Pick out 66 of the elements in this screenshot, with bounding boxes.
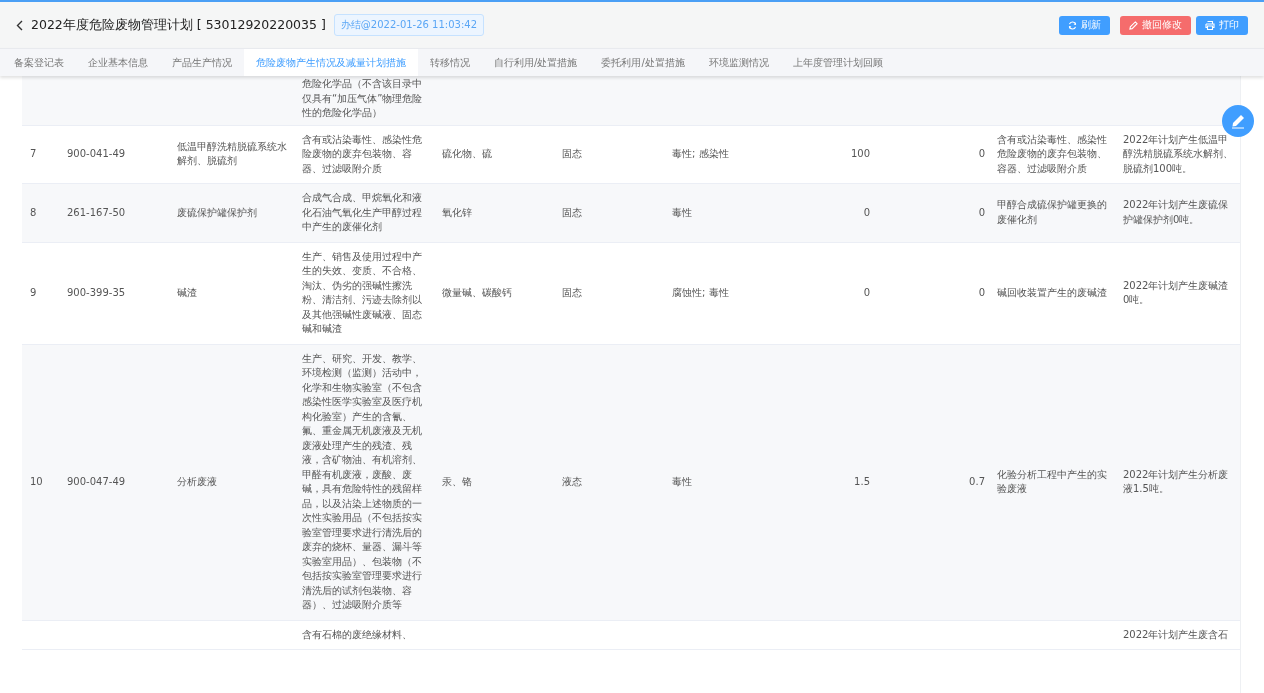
refresh-icon (1068, 20, 1077, 30)
pencil-icon (1230, 113, 1246, 129)
row-number: 9 (30, 286, 37, 298)
waste-name: 低温甲醇洗精脱硫系统水解剂、脱硫剂 (177, 140, 287, 167)
revoke-button[interactable]: 撤回修改 (1120, 15, 1191, 35)
component-cell: 微量碱、碳酸钙 (442, 286, 512, 298)
description-cell: 含有石棉的废绝缘材料、 (302, 628, 412, 640)
printer-icon (1205, 20, 1215, 30)
tab[interactable]: 转移情况 (418, 49, 482, 76)
form-cell: 液态 (562, 475, 582, 487)
amount-cell: 0 (863, 286, 870, 298)
source-cell: 甲醇合成硫保护罐更换的废催化剂 (997, 199, 1107, 225)
hazard-cell: 毒性; 感染性 (672, 148, 729, 159)
row-number: 10 (30, 475, 43, 487)
waste-code: 900-047-49 (67, 475, 126, 487)
description-cell: 含有或沾染毒性、感染性危险废物的废弃包装物、容器、过滤吸附介质 (302, 133, 422, 174)
waste-code: 261-167-50 (67, 206, 126, 218)
tab[interactable]: 危险废物产生情况及减量计划措施 (244, 49, 418, 76)
page-title: 2022年度危险废物管理计划 [ 53012920220035 ] (31, 16, 326, 34)
hazard-cell: 毒性 (672, 475, 692, 487)
tab[interactable]: 自行利用/处置措施 (482, 49, 590, 76)
source-cell: 化验分析工程中产生的实验废液 (997, 468, 1107, 494)
waste-name: 碱渣 (177, 286, 197, 298)
tab[interactable]: 产品生产情况 (160, 49, 244, 76)
source-cell: 碱回收装置产生的废碱渣 (997, 286, 1107, 298)
form-cell: 固态 (562, 148, 582, 159)
tab[interactable]: 企业基本信息 (76, 49, 160, 76)
pen-icon (1129, 20, 1138, 30)
component-cell: 硫化物、硫 (442, 148, 492, 159)
tab[interactable]: 委托利用/处置措施 (589, 49, 697, 76)
description-cell: 生产、研究、开发、教学、环境检测（监测）活动中，化学和生物实验室（不包含感染性医学实验室及医疗机构化验室）产生的含氰、氟、重金属无机废液及无机废液处理产生的残渣、残液，含矿物油、有机溶剂、甲醛有机废液，废酸、废碱，具有危险特性的残留样品，以及沾染上述物质的一次性实验用品（不包括按实验室管理要求进行清洗后的废弃的烧杯、量器、漏斗等实验室用品）、包装物（不包括按实验室管理要求进行清洗后的试剂包装物、容器）、过滤吸附介质等 (302, 352, 422, 610)
print-button[interactable]: 打印 (1196, 15, 1248, 35)
plan-cell: 2022年计划产生分析废液1.5吨。 (1123, 468, 1229, 494)
status-badge: 办结@2022-01-26 11:03:42 (333, 14, 485, 36)
hazard-cell: 腐蚀性; 毒性 (672, 286, 729, 298)
waste-code: 900-399-35 (67, 286, 126, 298)
description-cell: 合成气合成、甲烷氧化和液化石油气氧化生产甲醇过程中产生的废催化剂 (302, 192, 422, 232)
plan-cell: 2022年计划产生废含石 (1123, 628, 1229, 640)
waste-name: 废硫保护罐保护剂 (177, 206, 257, 218)
amount-cell: 0 (863, 206, 870, 218)
waste-code: 900-041-49 (67, 148, 126, 159)
amount-cell: 0 (978, 148, 985, 159)
tab[interactable]: 上年度管理计划回顾 (780, 49, 895, 76)
amount-cell: 100 (850, 148, 870, 159)
amount-cell: 0.7 (969, 475, 985, 487)
source-cell: 含有或沾染毒性、感染性危险废物的废弃包装物、容器、过滤吸附介质 (997, 133, 1107, 174)
amount-cell: 1.5 (854, 475, 870, 487)
component-cell: 氧化锌 (442, 206, 472, 218)
component-cell: 汞、铬 (442, 475, 472, 487)
amount-cell: 0 (978, 206, 985, 218)
tab[interactable]: 备案登记表 (0, 49, 76, 76)
refresh-button[interactable]: 刷新 (1059, 15, 1110, 35)
amount-cell: 0 (978, 286, 985, 298)
form-cell: 固态 (562, 206, 582, 218)
row-number: 8 (30, 206, 37, 218)
tab[interactable]: 环境监测情况 (696, 49, 781, 76)
description-cell: 危险化学品（不含该目录中仅具有“加压气体”物理危险性的危险化学品） (302, 78, 423, 118)
plan-cell: 2022年计划产生低温甲醇洗精脱硫系统水解剂、脱硫剂100吨。 (1123, 133, 1233, 174)
form-cell: 固态 (562, 286, 582, 298)
hazard-cell: 毒性 (672, 206, 692, 218)
plan-cell: 2022年计划产生废碱渣0吨。 (1123, 279, 1229, 305)
waste-name: 分析废液 (177, 475, 217, 487)
description-cell: 生产、销售及使用过程中产生的失效、变质、不合格、淘汰、伪劣的强碱性擦洗粉、清洁剂、污迹去除剂以及其他强碱性废碱液、固态碱和碱渣 (302, 250, 422, 334)
row-number: 7 (30, 148, 37, 159)
plan-cell: 2022年计划产生废硫保护罐保护剂0吨。 (1123, 199, 1229, 225)
back-icon[interactable] (16, 19, 23, 31)
